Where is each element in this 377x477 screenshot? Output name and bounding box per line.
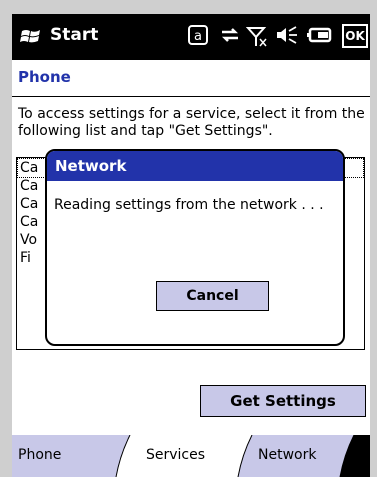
tab-phone[interactable]: Phone	[18, 435, 61, 475]
instructions-text: To access settings for a service, select…	[18, 106, 365, 139]
screen: Start a OK Phone To access settings for …	[12, 14, 370, 477]
list-item[interactable]: Vo	[20, 231, 37, 249]
cancel-button[interactable]: Cancel	[156, 281, 269, 311]
start-label[interactable]: Start	[50, 25, 98, 45]
network-dialog: Network Reading settings from the networ…	[45, 149, 345, 346]
list-item[interactable]: Ca	[20, 177, 38, 195]
dialog-title: Network	[47, 151, 343, 181]
connectivity-icon[interactable]	[220, 25, 240, 50]
battery-icon[interactable]	[307, 25, 333, 50]
page-title: Phone	[18, 68, 71, 86]
tab-network[interactable]: Network	[258, 435, 316, 475]
signal-off-icon[interactable]	[245, 25, 270, 54]
get-settings-button[interactable]: Get Settings	[200, 385, 366, 417]
dialog-message: Reading settings from the network . . .	[54, 197, 324, 213]
list-item[interactable]: Fi	[20, 249, 31, 267]
list-item[interactable]: Ca	[20, 213, 38, 231]
svg-text:a: a	[194, 29, 202, 44]
list-item[interactable]: Ca	[20, 159, 38, 177]
list-item[interactable]: Ca	[20, 195, 38, 213]
at-sign-icon: a	[188, 25, 208, 50]
status-bar: Start a OK	[12, 14, 370, 60]
title-bar: Phone	[12, 60, 370, 97]
windows-logo-icon[interactable]	[20, 27, 42, 47]
tab-services[interactable]: Services	[146, 435, 205, 475]
ok-button[interactable]: OK	[342, 24, 368, 48]
speaker-icon[interactable]	[275, 25, 299, 50]
tab-bar: Phone Services Network	[12, 435, 370, 477]
